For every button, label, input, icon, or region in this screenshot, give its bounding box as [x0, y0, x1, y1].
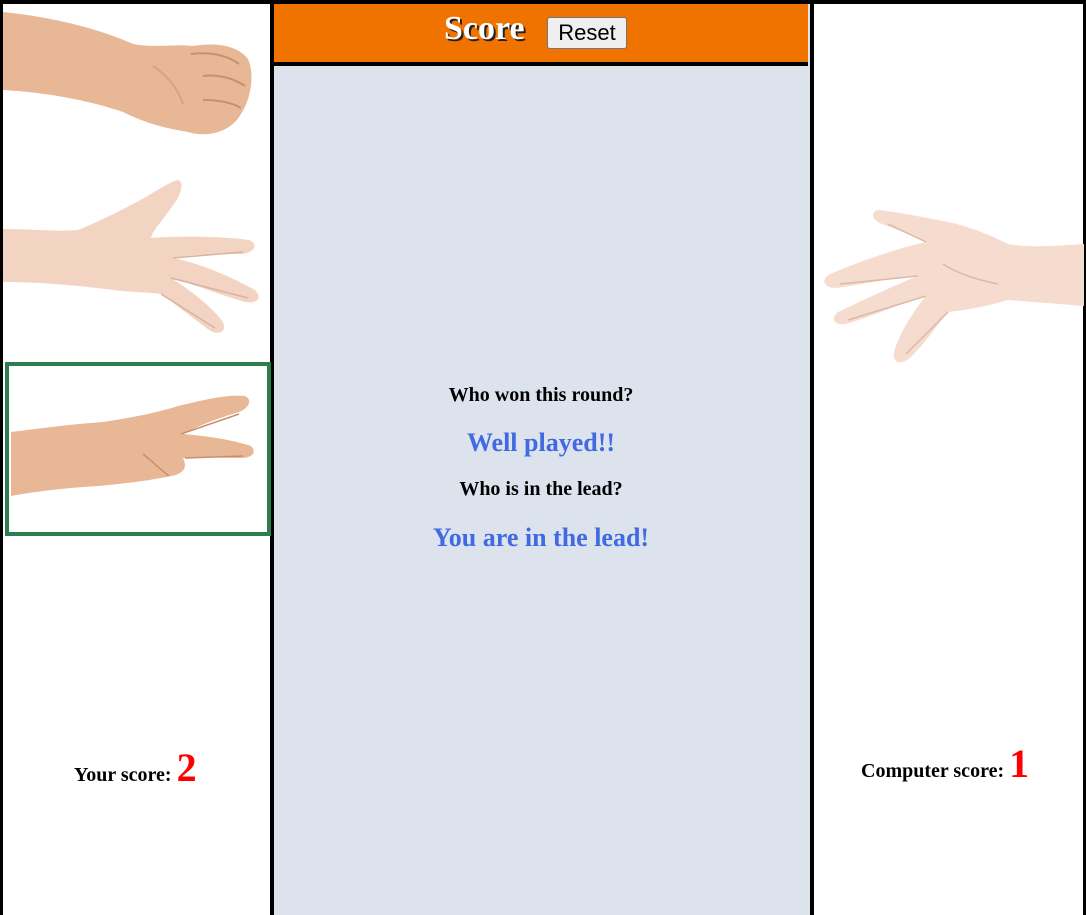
scissors-icon: [11, 395, 254, 496]
computer-score-value: 1: [1009, 741, 1030, 786]
player-panel: Your score: 2: [0, 0, 274, 915]
scissors-choice[interactable]: [3, 384, 270, 514]
player-score-label: Your score:: [74, 764, 172, 786]
lead-question: Who is in the lead?: [459, 478, 623, 500]
reset-button[interactable]: Reset: [547, 17, 627, 49]
game-board: Your score: 2 Score Reset Who won this r…: [0, 0, 1086, 915]
player-score-value: 2: [176, 745, 197, 790]
computer-score-line: Computer score: 1: [861, 740, 1029, 787]
round-question: Who won this round?: [448, 384, 634, 406]
computer-score-label: Computer score:: [861, 760, 1005, 782]
paper-choice[interactable]: [3, 174, 270, 354]
rock-icon: [3, 12, 252, 135]
lead-result: You are in the lead!: [432, 523, 650, 552]
paper-icon: [824, 210, 1084, 363]
score-title: Score: [444, 10, 525, 47]
score-panel: Score Reset Who won this round? Well pla…: [274, 0, 812, 915]
score-header: Score Reset: [274, 4, 808, 66]
computer-panel: Computer score: 1: [810, 0, 1086, 915]
round-result: Well played!!: [466, 428, 616, 457]
computer-choice: [818, 204, 1085, 384]
player-score-line: Your score: 2: [74, 744, 197, 791]
paper-icon: [3, 180, 259, 333]
rock-choice[interactable]: [3, 4, 270, 144]
